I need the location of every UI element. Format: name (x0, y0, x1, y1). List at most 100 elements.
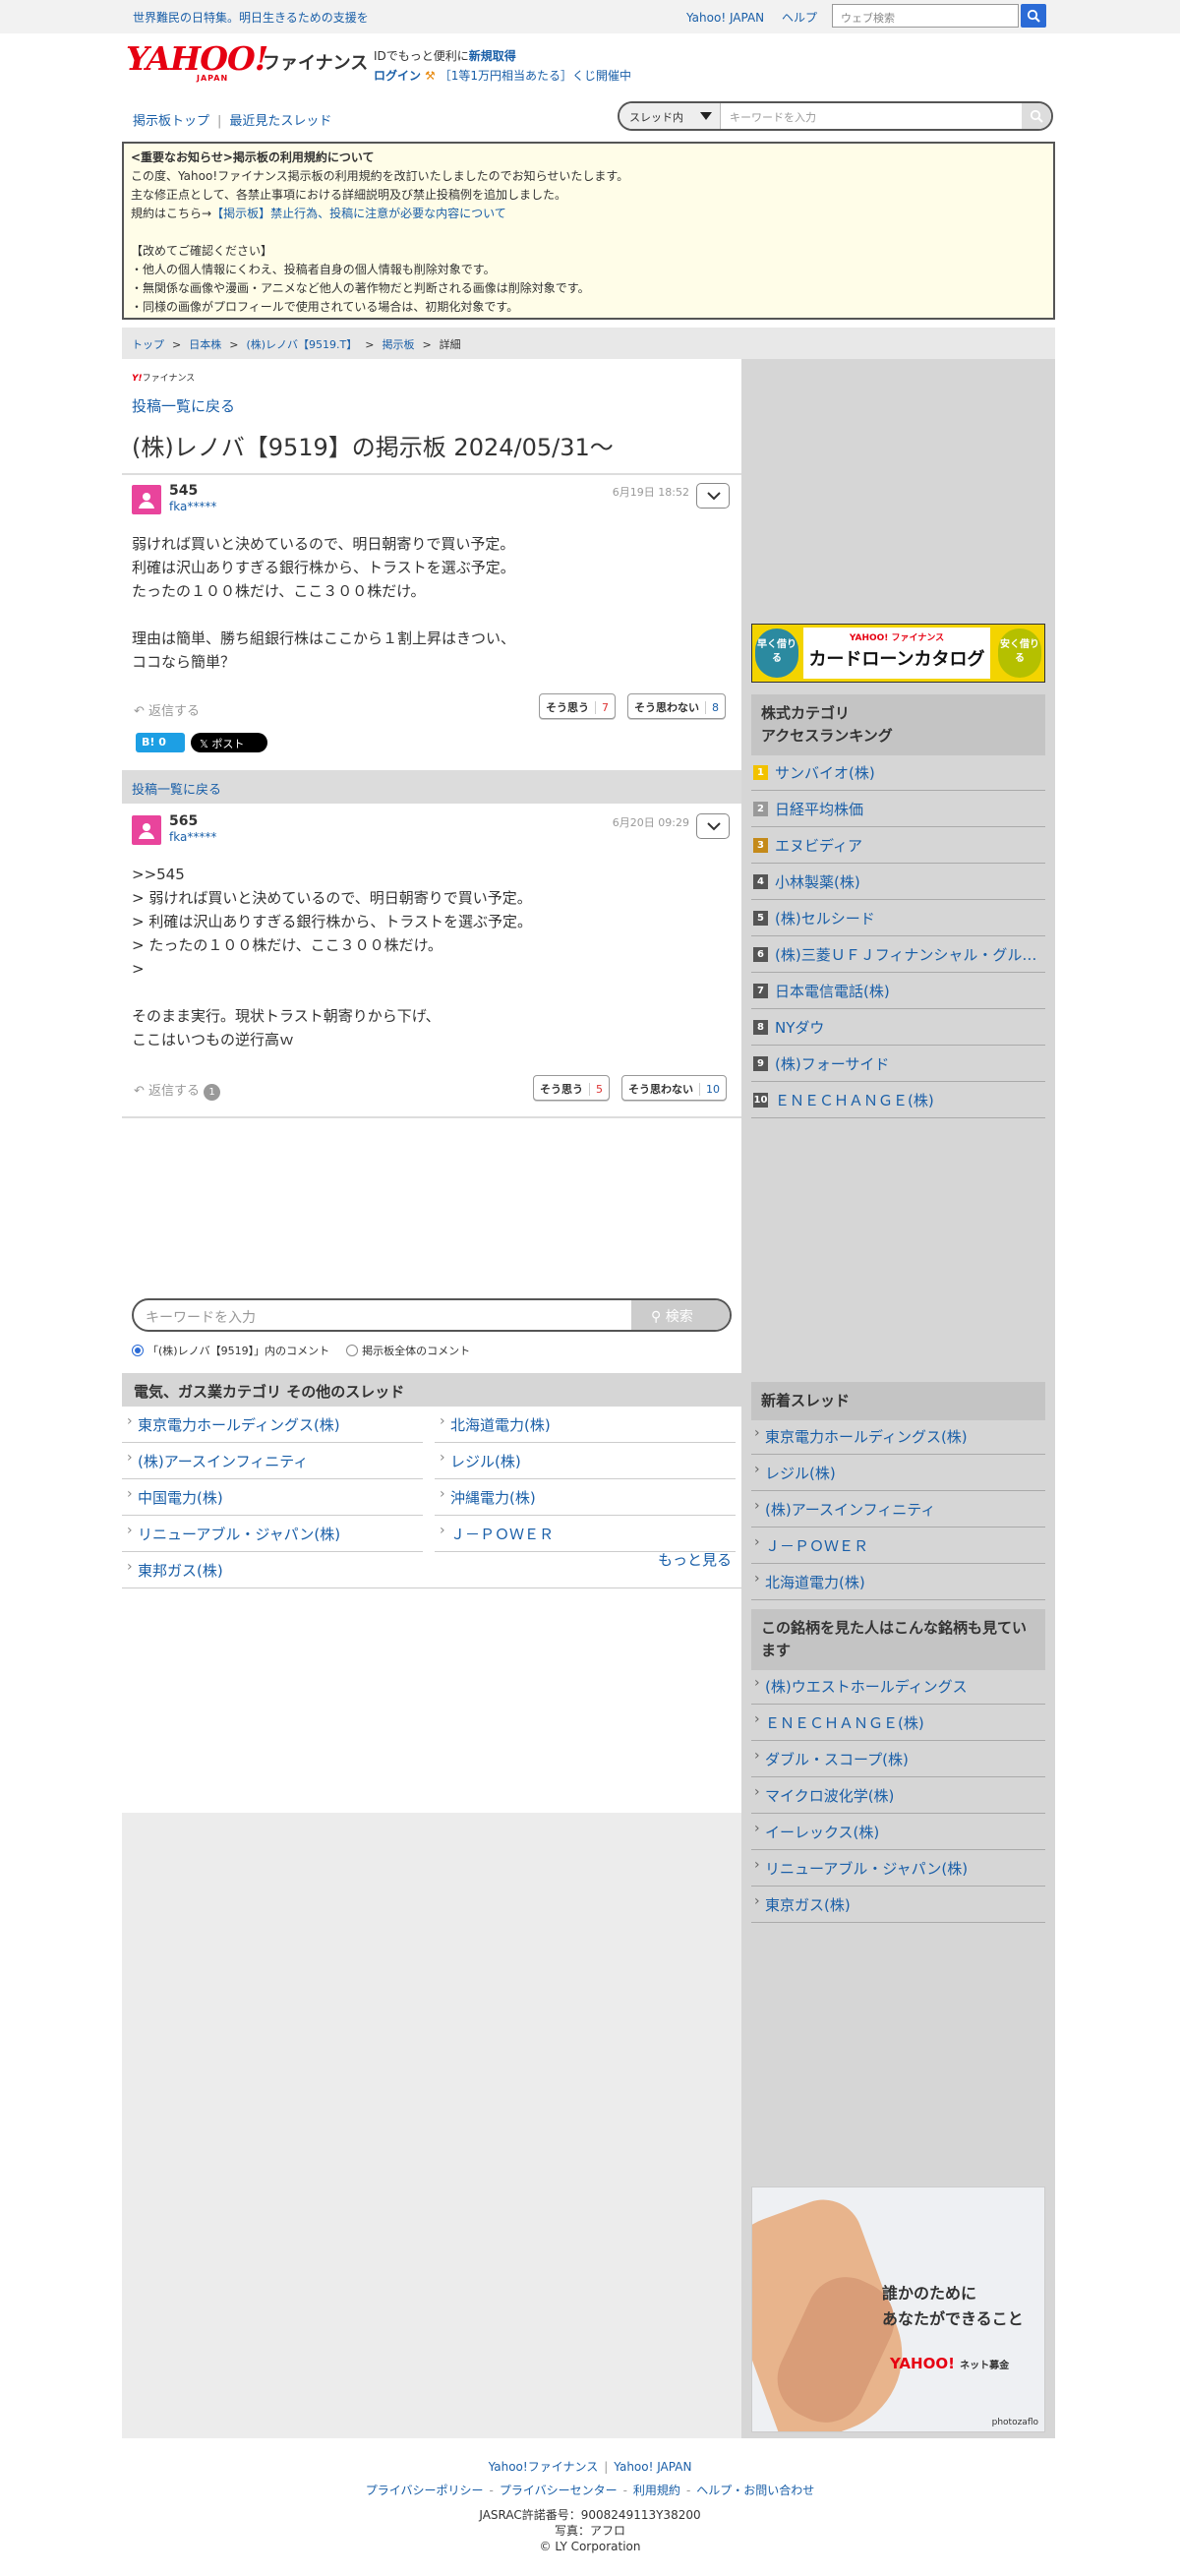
other-thread-item[interactable]: (株)アースインフィニティ (122, 1443, 423, 1479)
also-viewed-item[interactable]: マイクロ波化学(株) (751, 1777, 1045, 1814)
other-thread-item[interactable]: 東邦ガス(株) (122, 1552, 741, 1588)
post-user-link[interactable]: fka***** (169, 830, 216, 844)
thread-search-button[interactable] (1022, 103, 1051, 129)
agree-button[interactable]: そう思う 7 (539, 693, 616, 719)
new-thread-item[interactable]: レジル(株) (751, 1455, 1045, 1491)
also-viewed-title: この銘柄を見た人はこんな銘柄も見ています (751, 1609, 1045, 1670)
also-viewed-item[interactable]: ＥＮＥＣＨＡＮＧＥ(株) (751, 1705, 1045, 1741)
ranking-name: (株)セルシード (775, 910, 875, 928)
post-date: 6月20日 09:29 (612, 816, 689, 829)
hatena-bookmark-button[interactable]: B! 0 (136, 733, 185, 752)
yahoo-logo[interactable]: YAHOO! JAPAN (126, 42, 268, 84)
back-to-list-link[interactable]: 投稿一覧に戻る (132, 783, 221, 798)
ranking-name: 小林製薬(株) (775, 873, 860, 891)
ranking-item[interactable]: 5 (株)セルシード (751, 900, 1045, 936)
post-menu-button[interactable] (696, 813, 730, 839)
other-thread-item[interactable]: 沖縄電力(株) (435, 1479, 736, 1516)
web-search-input[interactable]: ウェブ検索 (832, 4, 1019, 28)
breadcrumb-stock[interactable]: (株)レノバ【9519.T】 (246, 338, 357, 351)
disagree-button[interactable]: そう思わない 8 (627, 693, 726, 719)
more-threads-link[interactable]: もっと見る (658, 1549, 732, 1570)
also-viewed-item[interactable]: イーレックス(株) (751, 1814, 1045, 1850)
x-post-button[interactable]: 𝕏 ポスト (191, 733, 267, 752)
breadcrumb-board[interactable]: 掲示板 (382, 338, 414, 351)
other-thread-item[interactable]: Ｊ－ＰＯＷＥＲ (435, 1516, 736, 1552)
also-viewed-item[interactable]: ダブル・スコープ(株) (751, 1741, 1045, 1777)
card-loan-banner[interactable]: 早く借りる YAHOO! ファイナンス カードローンカタログ 安く借りる (751, 624, 1045, 683)
other-threads-title: 電気、ガス業カテゴリ その他のスレッド (122, 1373, 741, 1407)
post-user-link[interactable]: fka***** (169, 500, 216, 513)
ranking-item[interactable]: 7 日本電信電話(株) (751, 973, 1045, 1009)
ranking-name: エヌビディア (775, 837, 862, 855)
privacy-policy-link[interactable]: プライバシーポリシー (366, 2484, 484, 2497)
ranking-item[interactable]: 6 (株)三菱ＵＦＪフィナンシャル・グループ (751, 936, 1045, 973)
ranking-name: NYダウ (775, 1019, 825, 1037)
also-viewed-item[interactable]: 東京ガス(株) (751, 1887, 1045, 1923)
ranking-item[interactable]: 9 (株)フォーサイド (751, 1046, 1045, 1082)
yahoo-japan-link[interactable]: Yahoo! JAPAN (686, 11, 764, 25)
privacy-center-link[interactable]: プライバシーセンター (500, 2484, 618, 2497)
ranking-item[interactable]: 8 NYダウ (751, 1009, 1045, 1046)
reply-button[interactable]: ↶ 返信する 1 (134, 1080, 221, 1101)
comment-search-input[interactable]: キーワードを入力 (146, 1307, 256, 1327)
post-menu-button[interactable] (696, 483, 730, 509)
other-thread-item[interactable]: レジル(株) (435, 1443, 736, 1479)
back-to-list-bar[interactable]: 投稿一覧に戻る (122, 770, 741, 804)
footer-finance-link[interactable]: Yahoo!ファイナンス (489, 2460, 599, 2474)
search-scope-select[interactable]: スレッド内 (620, 103, 721, 129)
ranking-item[interactable]: 10 ＥＮＥＣＨＡＮＧＥ(株) (751, 1082, 1045, 1118)
reply-count-badge: 1 (204, 1084, 221, 1101)
rank-badge: 3 (753, 838, 768, 853)
avatar[interactable] (132, 485, 161, 514)
board-top-link[interactable]: 掲示板トップ (133, 114, 209, 129)
ranking-item[interactable]: 4 小林製薬(株) (751, 864, 1045, 900)
donation-ad[interactable]: 誰かのために あなたができること YAHOO! ネット募金 photozaflo (751, 2187, 1045, 2432)
promo-link[interactable]: 世界難民の日特集。明日生きるための支援を (133, 9, 369, 26)
terms-link[interactable]: 利用規約 (633, 2484, 680, 2497)
ranking-item[interactable]: 3 エヌビディア (751, 827, 1045, 864)
new-thread-item[interactable]: 東京電力ホールディングス(株) (751, 1418, 1045, 1455)
chevron-down-icon (700, 112, 712, 120)
back-to-list-link[interactable]: 投稿一覧に戻る (132, 395, 235, 416)
notice-check-title: 【改めてご確認ください】 (131, 244, 273, 258)
also-viewed-item[interactable]: リニューアブル・ジャパン(株) (751, 1850, 1045, 1887)
main-bottom-spacer (122, 1813, 741, 2438)
help-link[interactable]: ヘルプ (782, 11, 817, 25)
mini-logo-mark: Y! (132, 374, 143, 384)
thread-search-input[interactable]: キーワードを入力 (730, 109, 816, 125)
breadcrumb-japan-stocks[interactable]: 日本株 (189, 338, 221, 351)
web-search-button[interactable] (1021, 4, 1046, 28)
comment-search-button[interactable]: ⚲ 検索 (631, 1300, 730, 1330)
breadcrumb-top[interactable]: トップ (132, 338, 164, 351)
notice-rules-prefix: 規約はこちら→ (131, 207, 212, 220)
new-thread-item[interactable]: 北海道電力(株) (751, 1564, 1045, 1600)
reply-button[interactable]: ↶ 返信する (134, 700, 200, 719)
other-thread-item[interactable]: 中国電力(株) (122, 1479, 423, 1516)
recent-threads-link[interactable]: 最近見たスレッド (229, 114, 331, 129)
ranking-item[interactable]: 1 サンバイオ(株) (751, 754, 1045, 791)
other-thread-item[interactable]: 北海道電力(株) (435, 1407, 736, 1443)
rank-badge: 2 (753, 802, 768, 816)
finance-logo-text[interactable]: ファイナンス (263, 49, 368, 75)
rank-badge: 5 (753, 911, 768, 926)
login-link[interactable]: ログイン (374, 69, 421, 83)
new-thread-item[interactable]: Ｊ－ＰＯＷＥＲ (751, 1528, 1045, 1564)
other-thread-item[interactable]: 東京電力ホールディングス(株) (122, 1407, 423, 1443)
signup-link[interactable]: 新規取得 (469, 49, 516, 63)
ranking-item[interactable]: 2 日経平均株価 (751, 791, 1045, 827)
agree-label: そう思う (546, 701, 589, 714)
disagree-button[interactable]: そう思わない 10 (621, 1075, 727, 1101)
new-thread-item[interactable]: (株)アースインフィニティ (751, 1491, 1045, 1528)
help-contact-link[interactable]: ヘルプ・お問い合わせ (696, 2484, 814, 2497)
other-thread-item[interactable]: リニューアブル・ジャパン(株) (122, 1516, 423, 1552)
agree-button[interactable]: そう思う 5 (533, 1075, 610, 1101)
top-bar: 世界難民の日特集。明日生きるための支援を Yahoo! JAPAN ヘルプ ウェ… (0, 0, 1180, 33)
lottery-link[interactable]: ［1等1万円相当あたる］くじ開催中 (440, 69, 631, 83)
scope-all-radio[interactable] (346, 1345, 359, 1356)
scope-thread-radio[interactable] (132, 1345, 144, 1356)
avatar[interactable] (132, 815, 161, 845)
notice-title: <重要なお知らせ>掲示板の利用規約について (131, 150, 375, 164)
also-viewed-item[interactable]: (株)ウエストホールディングス (751, 1668, 1045, 1705)
notice-rules-link[interactable]: 【掲示板】禁止行為、投稿に注意が必要な内容について (211, 207, 506, 220)
footer-yahoo-link[interactable]: Yahoo! JAPAN (614, 2460, 691, 2474)
